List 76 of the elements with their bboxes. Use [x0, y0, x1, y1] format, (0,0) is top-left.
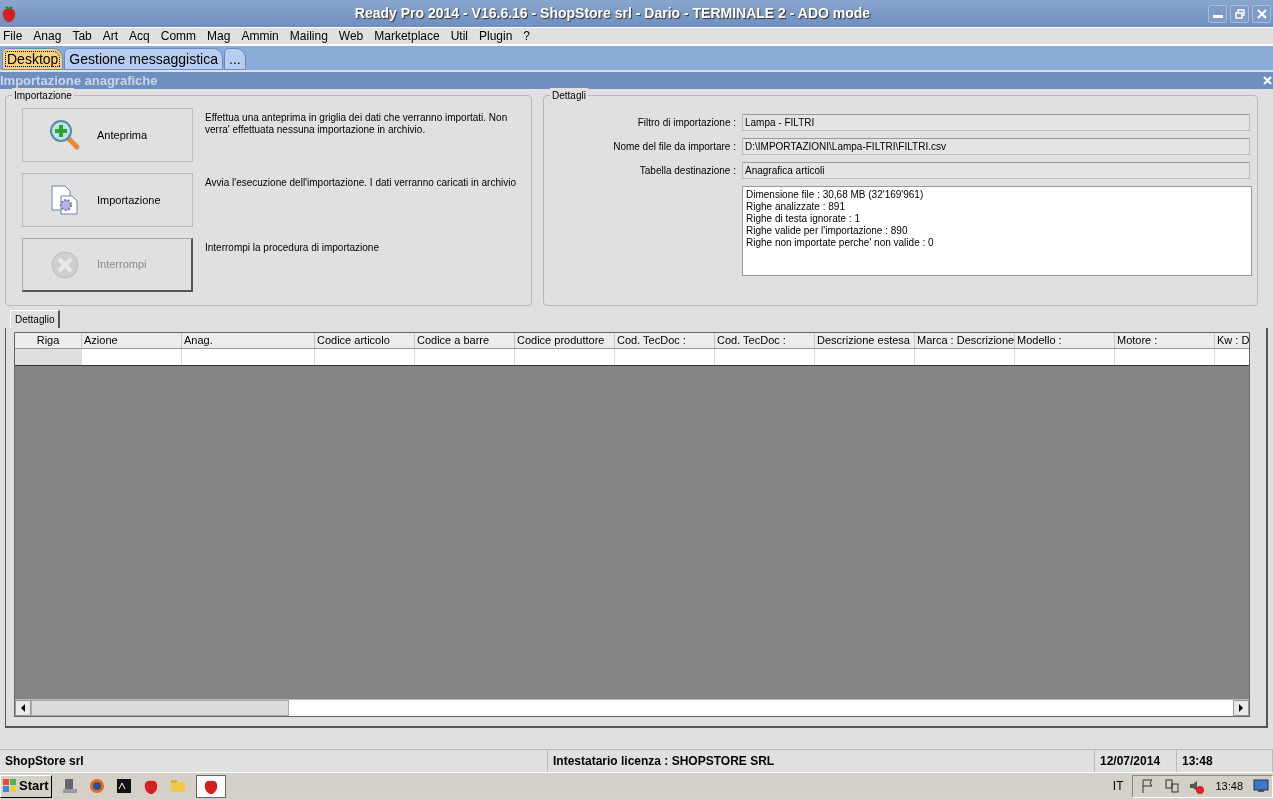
minimize-button[interactable] [1208, 4, 1227, 23]
scrollbar-thumb[interactable] [31, 700, 289, 716]
tab[interactable]: ... [224, 48, 246, 70]
field-label: Tabella destinazione : [638, 164, 736, 178]
column-header[interactable]: Motore : [1115, 333, 1215, 348]
taskbar-app-button[interactable] [195, 774, 226, 798]
column-header[interactable]: Codice produttore [515, 333, 615, 348]
column-header[interactable]: Kw : D [1215, 333, 1249, 348]
summary-line: Righe di testa ignorate : 1 [746, 213, 861, 225]
right-arrow-icon [1238, 704, 1244, 712]
menu-item[interactable]: Mailing [288, 27, 329, 45]
computer-icon[interactable] [60, 777, 79, 795]
menu-item[interactable]: ? [522, 27, 532, 45]
left-arrow-icon [20, 704, 26, 712]
field-value: Lampa - FILTRI [742, 114, 1250, 131]
column-header[interactable]: Modello : [1015, 333, 1115, 348]
group-label: Dettagli [550, 88, 588, 103]
scroll-left-button[interactable] [15, 700, 31, 716]
field-value: D:\IMPORTAZIONI\Lampa-FILTRI\FILTRI.csv [742, 138, 1250, 155]
column-header[interactable]: Marca : Descrizione [915, 333, 1015, 348]
close-icon[interactable] [1263, 76, 1272, 85]
minimize-icon [1212, 15, 1223, 18]
field-label: Filtro di importazione : [636, 116, 736, 130]
action-description: Interrompi la procedura di importazione [205, 241, 380, 254]
panel-title: Importazione anagrafiche [0, 71, 159, 90]
summary-line: Dimensione file : 30,68 MB (32'169'961) [746, 189, 925, 201]
magnifier-plus-icon [49, 119, 81, 151]
column-header[interactable]: Descrizione estesa [815, 333, 915, 348]
menu-item[interactable]: Mag [206, 27, 232, 45]
menu-item[interactable]: Anag [32, 27, 63, 45]
tab[interactable]: Desktop [2, 48, 64, 70]
summary-line: Righe non importate perche' non valide : 0 [746, 237, 935, 249]
column-header[interactable]: Codice articolo [315, 333, 415, 348]
tab[interactable]: Gestione messaggistica [64, 48, 223, 70]
desktop-icon[interactable] [1253, 779, 1269, 793]
cross-circle-icon [49, 248, 81, 281]
field-value: Anagrafica articoli [742, 162, 1250, 179]
tab[interactable]: Dettaglio [10, 310, 61, 328]
menu-item[interactable]: Comm [159, 27, 198, 45]
menu-item[interactable]: Plugin [478, 27, 514, 45]
column-header[interactable]: Azione [82, 333, 182, 348]
app-logo-icon [1, 4, 17, 23]
menu-item[interactable]: File [2, 27, 24, 45]
scroll-right-button[interactable] [1233, 700, 1249, 716]
menu-item[interactable]: Ammin [240, 27, 280, 45]
window-title: Ready Pro 2014 - V16.6.16 - ShopStore srl - Dario - TERMINALE 2 - ADO mode [353, 4, 872, 23]
horizontal-scrollbar[interactable] [15, 699, 1249, 716]
restore-button[interactable] [1230, 4, 1249, 23]
action-description: Effettua una anteprima in griglia dei dati che verranno importati. Non verra' effettuata nessuna importazione in archivio. [205, 111, 509, 136]
action-button[interactable]: Anteprima [22, 108, 193, 162]
column-header[interactable]: Riga [15, 333, 82, 348]
action-button[interactable]: Importazione [22, 173, 193, 227]
menu-item[interactable]: Util [449, 27, 469, 45]
summary-line: Righe analizzate : 891 [746, 201, 846, 213]
menu-item[interactable]: Marketplace [373, 27, 441, 45]
tray-clock[interactable]: 13:48 [1211, 777, 1247, 795]
windows-logo-icon [3, 779, 17, 793]
group-label: Importazione [12, 88, 74, 103]
column-header[interactable]: Codice a barre [415, 333, 515, 348]
menu-item[interactable]: Art [101, 27, 120, 45]
row-header-cell [15, 349, 82, 365]
menu-item[interactable]: Web [337, 27, 365, 45]
column-header[interactable]: Cod. TecDoc : [715, 333, 815, 348]
start-button[interactable]: Start [0, 774, 52, 798]
document-gear-icon [49, 184, 81, 216]
language-indicator[interactable]: IT [1112, 777, 1124, 795]
menu-item[interactable]: Tab [71, 27, 93, 45]
terminal-icon[interactable] [114, 777, 133, 795]
column-header[interactable]: Cod. TecDoc : [615, 333, 715, 348]
action-description: Avvia l'esecuzione dell'importazione. I dati verranno caricati in archivio [205, 176, 517, 189]
summary-line: Righe valide per l'importazione : 890 [746, 225, 909, 237]
close-button[interactable] [1252, 4, 1271, 23]
menu-item[interactable]: Acq [128, 27, 151, 45]
network-icon[interactable] [1163, 777, 1182, 795]
column-header[interactable]: Anag. [182, 333, 315, 348]
field-label: Nome del file da importare : [612, 140, 736, 154]
